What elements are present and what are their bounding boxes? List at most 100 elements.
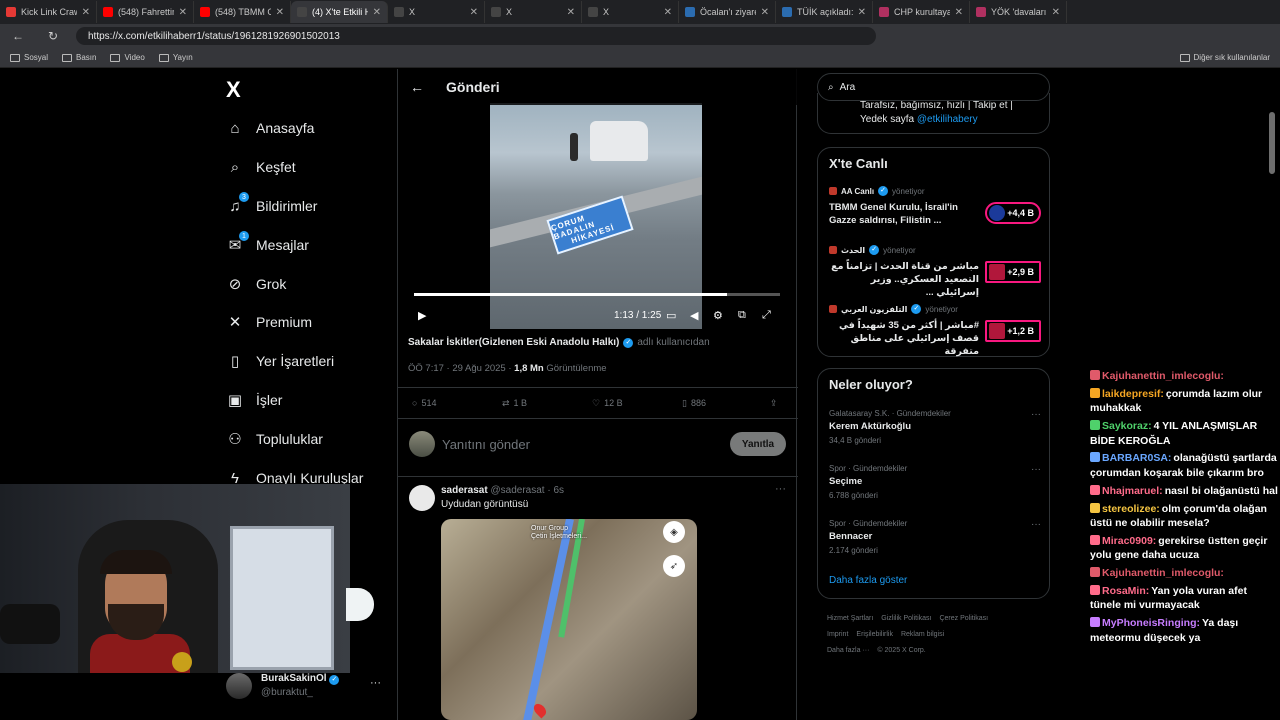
close-icon[interactable]: ✕ xyxy=(82,7,90,18)
close-icon[interactable]: ✕ xyxy=(664,7,672,18)
chat-username[interactable]: RosaMin: xyxy=(1102,585,1149,597)
nav-item-6[interactable]: ✕ Premium xyxy=(226,313,312,331)
more-icon[interactable]: ··· xyxy=(775,483,786,495)
browser-tab[interactable]: CHP kurultaya g ✕ xyxy=(873,1,970,23)
back-arrow-icon[interactable]: ← xyxy=(410,79,424,95)
more-icon[interactable]: ··· xyxy=(370,677,381,689)
chat-username[interactable]: laikdepresif: xyxy=(1102,388,1164,400)
account-switcher[interactable]: BurakSakinOl ✓ @buraktut_ ··· xyxy=(226,671,396,705)
reply-author[interactable]: saderasat @saderasat · 6s xyxy=(441,485,564,496)
footer-link[interactable]: Çerez Politikası xyxy=(939,615,988,622)
compass-icon[interactable]: ➶ xyxy=(663,555,685,577)
like-action[interactable]: ♡ 12 B xyxy=(592,398,623,409)
live-item[interactable]: التلفزيون العربي ✓ yönetiyor #مباشر | أكثر … xyxy=(829,304,1041,358)
chat-username[interactable]: stereolizee: xyxy=(1102,503,1160,515)
fullscreen-icon[interactable]: ⤢ xyxy=(762,309,771,322)
close-icon[interactable]: ✕ xyxy=(373,7,381,18)
live-item[interactable]: الحدث ✓ yönetiyor مباشر من قناة الحدث | تزا… xyxy=(829,245,1041,299)
nav-item-9[interactable]: ⚇ Topluluklar xyxy=(226,430,323,448)
bookmark-basin[interactable]: Basın xyxy=(62,53,96,62)
browser-tab[interactable]: TÜİK açıkladı: Te ✕ xyxy=(776,1,873,23)
bookmark-action[interactable]: ▯ 886 xyxy=(682,398,706,409)
show-more-link[interactable]: Daha fazla göster xyxy=(829,575,907,586)
close-icon[interactable]: ✕ xyxy=(276,7,284,18)
post-button[interactable] xyxy=(346,588,374,621)
nav-item-8[interactable]: ▣ İşler xyxy=(226,391,283,409)
captions-icon[interactable]: ▭ xyxy=(666,309,676,322)
footer-link[interactable]: Gizlilik Politikası xyxy=(881,615,931,622)
browser-tab[interactable]: (548) TBMM Genel ✕ xyxy=(194,1,291,23)
back-icon[interactable]: ← xyxy=(12,29,24,43)
layers-icon[interactable]: ◈ xyxy=(663,521,685,543)
settings-icon[interactable]: ⚙ xyxy=(713,309,723,322)
avatar[interactable] xyxy=(409,485,435,511)
other-bookmarks[interactable]: Diğer sık kullanılanlar xyxy=(1179,53,1270,62)
reload-icon[interactable]: ↻ xyxy=(48,29,58,43)
footer-link[interactable]: Reklam bilgisi xyxy=(901,631,944,638)
footer-link[interactable]: Daha fazla ··· xyxy=(827,647,869,654)
more-icon[interactable]: ··· xyxy=(1031,464,1041,475)
page-scrollbar[interactable] xyxy=(1269,112,1275,174)
browser-tab[interactable]: Kick Link Crawler ✕ xyxy=(0,1,97,23)
browser-tab[interactable]: X ✕ xyxy=(582,1,679,23)
more-icon[interactable]: ··· xyxy=(1031,409,1041,420)
live-listener-pill[interactable]: +1,2 B xyxy=(985,320,1041,342)
live-item[interactable]: AA Canlı ✓ yönetiyor TBMM Genel Kurulu, İsr… xyxy=(829,186,1041,228)
chat-username[interactable]: BARBAR0SA: xyxy=(1102,452,1171,464)
close-icon[interactable]: ✕ xyxy=(179,7,187,18)
footer-link[interactable]: Erişilebilirlik xyxy=(856,631,893,638)
nav-item-1[interactable]: ⌂ Anasayfa xyxy=(226,119,314,137)
browser-tab[interactable]: YÖK 'davaları ka ✕ xyxy=(970,1,1067,23)
nav-item-2[interactable]: ⌕ Keşfet xyxy=(226,158,296,176)
map-image[interactable]: Onur Group Çetin İşletmeleri... ◈ ➶ xyxy=(441,519,697,720)
live-listener-pill[interactable]: +4,4 B xyxy=(985,202,1041,224)
nav-item-4[interactable]: ✉ 1 Mesajlar xyxy=(226,231,309,254)
repost-action[interactable]: ⇄ 1 B xyxy=(502,398,527,409)
video-progress-bar[interactable] xyxy=(414,293,780,296)
reply-input[interactable]: Yanıtını gönder xyxy=(442,437,530,452)
close-icon[interactable]: ✕ xyxy=(567,7,575,18)
close-icon[interactable]: ✕ xyxy=(1052,7,1060,18)
pip-icon[interactable]: ⧉ xyxy=(738,309,746,322)
browser-tab[interactable]: X ✕ xyxy=(388,1,485,23)
browser-tab[interactable]: (548) Fahrettin Altun ✕ xyxy=(97,1,194,23)
x-logo-icon[interactable]: X xyxy=(226,77,241,103)
trend-item[interactable]: Spor · Gündemdekiler Seçime 6.788 gönderi ·… xyxy=(829,464,1041,500)
close-icon[interactable]: ✕ xyxy=(955,7,963,18)
bookmark-video[interactable]: Video xyxy=(110,53,145,62)
search-input[interactable]: ⌕ Ara xyxy=(817,73,1050,101)
play-icon[interactable]: ▶ xyxy=(418,309,426,322)
chat-username[interactable]: Kajuhanettin_imlecoglu: xyxy=(1102,370,1224,382)
trend-item[interactable]: Galatasaray S.K. · Gündemdekiler Kerem Ak… xyxy=(829,409,1041,445)
chat-username[interactable]: MyPhoneisRinging: xyxy=(1102,617,1200,629)
nav-item-5[interactable]: ⊘ Grok xyxy=(226,275,287,293)
video-author[interactable]: Sakalar İskitler(Gizlenen Eski Anadolu H… xyxy=(408,337,710,348)
volume-icon[interactable]: ◀ xyxy=(690,309,698,322)
chat-username[interactable]: Kajuhanettin_imlecoglu: xyxy=(1102,567,1224,579)
close-icon[interactable]: ✕ xyxy=(858,7,866,18)
bookmark-sosyal[interactable]: Sosyal xyxy=(10,53,48,62)
address-bar[interactable]: https://x.com/etkilihaberr1/status/19612… xyxy=(76,27,876,45)
browser-tab[interactable]: (4) X'te Etkili Haber ✕ xyxy=(291,1,388,23)
reply-button[interactable]: Yanıtla xyxy=(730,432,786,456)
nav-item-3[interactable]: ♫ 3 Bildirimler xyxy=(226,192,317,215)
footer-link[interactable]: © 2025 X Corp. xyxy=(877,647,925,654)
close-icon[interactable]: ✕ xyxy=(761,7,769,18)
close-icon[interactable]: ✕ xyxy=(470,7,478,18)
chat-username[interactable]: Saykoraz: xyxy=(1102,420,1152,432)
chat-username[interactable]: Nhajmaruel: xyxy=(1102,485,1163,497)
reply-tweet[interactable]: saderasat @saderasat · 6s Uydudan görünt… xyxy=(398,477,798,720)
browser-tab[interactable]: Öcalan'ı ziyaret ✕ xyxy=(679,1,776,23)
chat-username[interactable]: Mirac0909: xyxy=(1102,535,1156,547)
trend-item[interactable]: Spor · Gündemdekiler Bennacer 2.174 gönder… xyxy=(829,519,1041,555)
more-icon[interactable]: ··· xyxy=(1031,519,1041,530)
reply-action[interactable]: ○ 514 xyxy=(412,398,436,408)
footer-link[interactable]: Hizmet Şartları xyxy=(827,615,873,622)
live-listener-pill[interactable]: +2,9 B xyxy=(985,261,1041,283)
footer-link[interactable]: Imprint xyxy=(827,631,848,638)
nav-item-7[interactable]: ▯ Yer İşaretleri xyxy=(226,352,334,370)
browser-tab[interactable]: X ✕ xyxy=(485,1,582,23)
bio-link[interactable]: @etkilihabery xyxy=(917,114,978,125)
share-action[interactable]: ⇪ xyxy=(770,398,778,409)
video-player[interactable]: ÇORUM BADALIN HİKAYESİ ▶ 1:13 / 1:25 ▭ ◀… xyxy=(410,103,784,329)
